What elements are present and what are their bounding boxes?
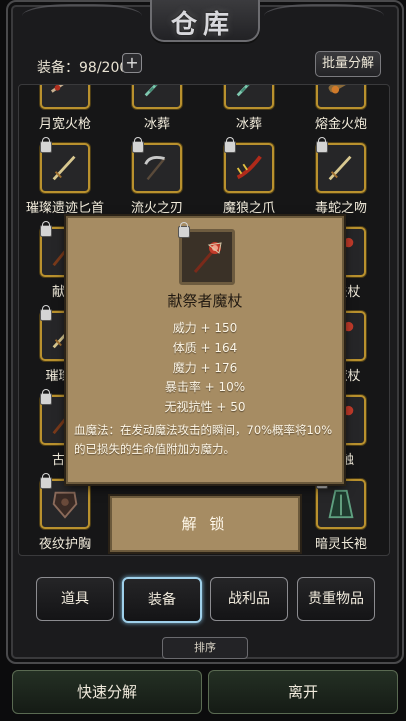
staff-icon: [193, 242, 222, 273]
slot-icon-frame: [132, 85, 182, 109]
slot-icon-frame: [40, 473, 90, 529]
expand-capacity-button[interactable]: +: [122, 53, 142, 73]
slot-icon-frame: [40, 137, 90, 193]
inventory-slot[interactable]: 月宽火枪: [20, 85, 110, 132]
inventory-slot[interactable]: 冰葬: [112, 85, 202, 132]
slot-item-name: 暗灵长袍: [314, 537, 367, 552]
batch-decompose-button[interactable]: 批量分解: [315, 51, 381, 77]
tab-loot[interactable]: 战利品: [210, 577, 288, 621]
slot-item-name: 冰葬: [143, 117, 170, 132]
popup-item-icon-frame: [178, 222, 235, 285]
stat-ignore-resist: 无视抗性 + 50: [164, 400, 246, 414]
stat-crit-rate: 暴击率 + 10%: [164, 380, 246, 394]
slot-icon-frame: [40, 85, 90, 109]
inventory-slot[interactable]: 璀璨遗迹匕首: [20, 137, 110, 216]
sort-button[interactable]: 排序: [162, 637, 248, 659]
inventory-slot[interactable]: 夜纹护胸: [20, 473, 110, 552]
slot-item-name: 熔金火炮: [314, 117, 367, 132]
ice-blade-icon: [236, 85, 250, 97]
stat-power: 威力 + 150: [172, 321, 238, 335]
frame-ornament-left: [22, 4, 142, 34]
tab-equipment[interactable]: 装备: [122, 577, 202, 623]
inventory-slot[interactable]: 熔金火炮: [296, 85, 386, 132]
tab-valuables[interactable]: 贵重物品: [297, 577, 375, 621]
inventory-slot[interactable]: 魔狼之爪: [204, 137, 294, 216]
capacity-label: 装备：98/200: [37, 60, 129, 76]
unlock-button[interactable]: 解 锁: [110, 496, 300, 552]
dagger-icon: [328, 155, 352, 181]
armor-icon: [52, 491, 78, 519]
inventory-slot[interactable]: 毒蛇之吻: [296, 137, 386, 216]
item-detail-popup: 献祭者魔杖 威力 + 150 体质 + 164 魔力 + 176 暴击率 + 1…: [66, 216, 344, 484]
frame-ornament-right: [264, 4, 384, 34]
inventory-slot[interactable]: 流火之刃: [112, 137, 202, 216]
slot-item-name: 月宽火枪: [38, 117, 91, 132]
claw-icon: [236, 155, 262, 180]
tab-items[interactable]: 道具: [36, 577, 114, 621]
slot-item-name: 流火之刃: [130, 201, 183, 216]
inventory-slot[interactable]: 暗灵长袍: [296, 473, 386, 552]
stat-magic: 魔力 + 176: [172, 361, 238, 375]
slot-icon-frame: [316, 473, 366, 529]
popup-item-name: 献祭者魔杖: [167, 292, 243, 310]
inventory-slot[interactable]: 冰葬: [204, 85, 294, 132]
slot-icon-frame: [316, 137, 366, 193]
slot-icon-frame: [224, 137, 274, 193]
ice-blade-icon: [144, 85, 158, 97]
popup-skill-description: 血魔法：在发动魔法攻击的瞬间，70%概率将10%的已损失的生命值附加为魔力。: [74, 423, 333, 456]
dagger-icon: [52, 155, 76, 181]
scythe-icon: [144, 156, 166, 181]
slot-item-name: 魔狼之爪: [222, 201, 275, 216]
window-title: 仓库: [170, 10, 235, 40]
slot-item-name: 毒蛇之吻: [314, 201, 367, 216]
gun-icon: [50, 85, 64, 93]
lock-icon: [178, 222, 190, 238]
cannon-icon: [328, 85, 352, 94]
stat-constitution: 体质 + 164: [172, 341, 238, 355]
robe-icon: [328, 489, 354, 519]
slot-icon-frame: [316, 85, 366, 109]
slot-item-name: 冰葬: [235, 117, 262, 132]
slot-icon-frame: [132, 137, 182, 193]
slot-item-name: 璀璨遗迹匕首: [25, 201, 104, 216]
slot-item-name: 夜纹护胸: [38, 537, 91, 552]
leave-button[interactable]: 离开: [208, 670, 398, 714]
slot-icon-frame: [224, 85, 274, 109]
quick-decompose-button[interactable]: 快速分解: [12, 670, 202, 714]
